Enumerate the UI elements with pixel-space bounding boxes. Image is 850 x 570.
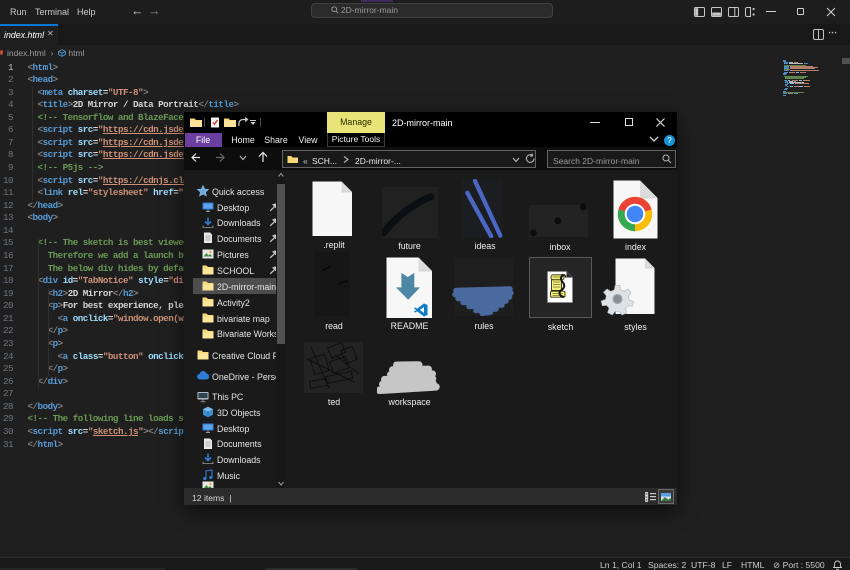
svg-text:?: ? <box>667 136 672 145</box>
